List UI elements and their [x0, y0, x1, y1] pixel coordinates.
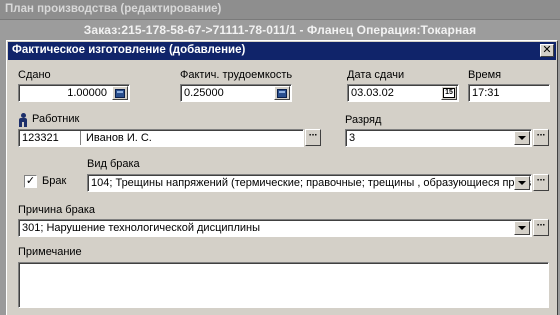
defect-label: Брак — [42, 175, 67, 187]
grade-select-button[interactable]: ··· — [533, 129, 549, 146]
sdano-label: Сдано — [18, 69, 51, 81]
ellipsis-icon: ··· — [536, 175, 546, 186]
sdano-value: 1.00000 — [67, 87, 107, 99]
defect-type-dropdown-button[interactable] — [514, 176, 530, 190]
note-label: Примечание — [18, 246, 82, 258]
sdano-calc-button[interactable] — [112, 86, 128, 100]
defect-type-label: Вид брака — [87, 158, 140, 170]
calculator-icon — [277, 88, 287, 98]
close-button[interactable]: ✕ — [540, 44, 554, 57]
calculator-icon — [115, 88, 125, 98]
ellipsis-icon: ··· — [536, 220, 546, 231]
worker-code: 123321 — [22, 132, 59, 144]
labor-field[interactable]: 0.25000 — [180, 84, 292, 102]
defect-reason-select-button[interactable]: ··· — [533, 219, 549, 236]
person-icon — [18, 113, 28, 127]
ellipsis-icon: ··· — [308, 130, 318, 141]
defect-type-select-button[interactable]: ··· — [533, 174, 549, 191]
defect-reason-value: 301; Нарушение технологической дисциплин… — [22, 222, 261, 234]
worker-select-button[interactable]: ··· — [305, 129, 321, 146]
check-icon: ✓ — [25, 175, 36, 187]
worker-name: Иванов И. С. — [86, 132, 152, 144]
chevron-down-icon — [518, 136, 526, 140]
defect-reason-label: Причина брака — [18, 204, 95, 216]
chevron-down-icon — [518, 226, 526, 230]
date-field[interactable]: 03.03.02 15 — [347, 84, 459, 102]
worker-label: Работник — [32, 113, 80, 125]
defect-reason-dropdown-button[interactable] — [514, 221, 530, 235]
labor-label: Фактич. трудоемкость — [180, 69, 293, 81]
grade-dropdown-button[interactable] — [514, 131, 530, 145]
defect-type-value: 104; Трещины напряжений (термические; пр… — [91, 177, 532, 189]
defect-reason-field[interactable]: 301; Нарушение технологической дисциплин… — [18, 219, 532, 237]
order-info-bar: Заказ:215-178-58-67->71111-78-011/1 - Фл… — [0, 20, 560, 40]
defect-type-field[interactable]: 104; Трещины напряжений (термические; пр… — [87, 174, 532, 192]
date-value: 03.03.02 — [351, 87, 394, 99]
grade-field[interactable]: 3 — [345, 129, 532, 147]
time-value: 17:31 — [472, 87, 500, 99]
window-title: План производства (редактирование) — [0, 0, 560, 20]
ellipsis-icon: ··· — [536, 130, 546, 141]
time-field[interactable]: 17:31 — [468, 84, 550, 102]
date-picker-button[interactable]: 15 — [441, 86, 457, 100]
labor-value: 0.25000 — [184, 87, 224, 99]
dialog-window: Фактическое изготовление (добавление) ✕ … — [6, 40, 558, 315]
dialog-title: Фактическое изготовление (добавление) ✕ — [8, 42, 556, 60]
grade-label: Разряд — [345, 114, 382, 126]
time-label: Время — [468, 69, 502, 81]
sdano-field[interactable]: 1.00000 — [18, 84, 130, 102]
calendar-icon: 15 — [443, 88, 455, 98]
worker-field[interactable]: 123321 Иванов И. С. — [18, 129, 304, 147]
date-label: Дата сдачи — [347, 69, 405, 81]
chevron-down-icon — [518, 181, 526, 185]
dialog-title-text: Фактическое изготовление (добавление) — [12, 44, 246, 56]
labor-calc-button[interactable] — [274, 86, 290, 100]
defect-checkbox[interactable]: ✓ — [24, 175, 37, 188]
note-textarea[interactable] — [18, 262, 549, 308]
close-icon: ✕ — [542, 44, 552, 56]
grade-value: 3 — [349, 132, 356, 144]
